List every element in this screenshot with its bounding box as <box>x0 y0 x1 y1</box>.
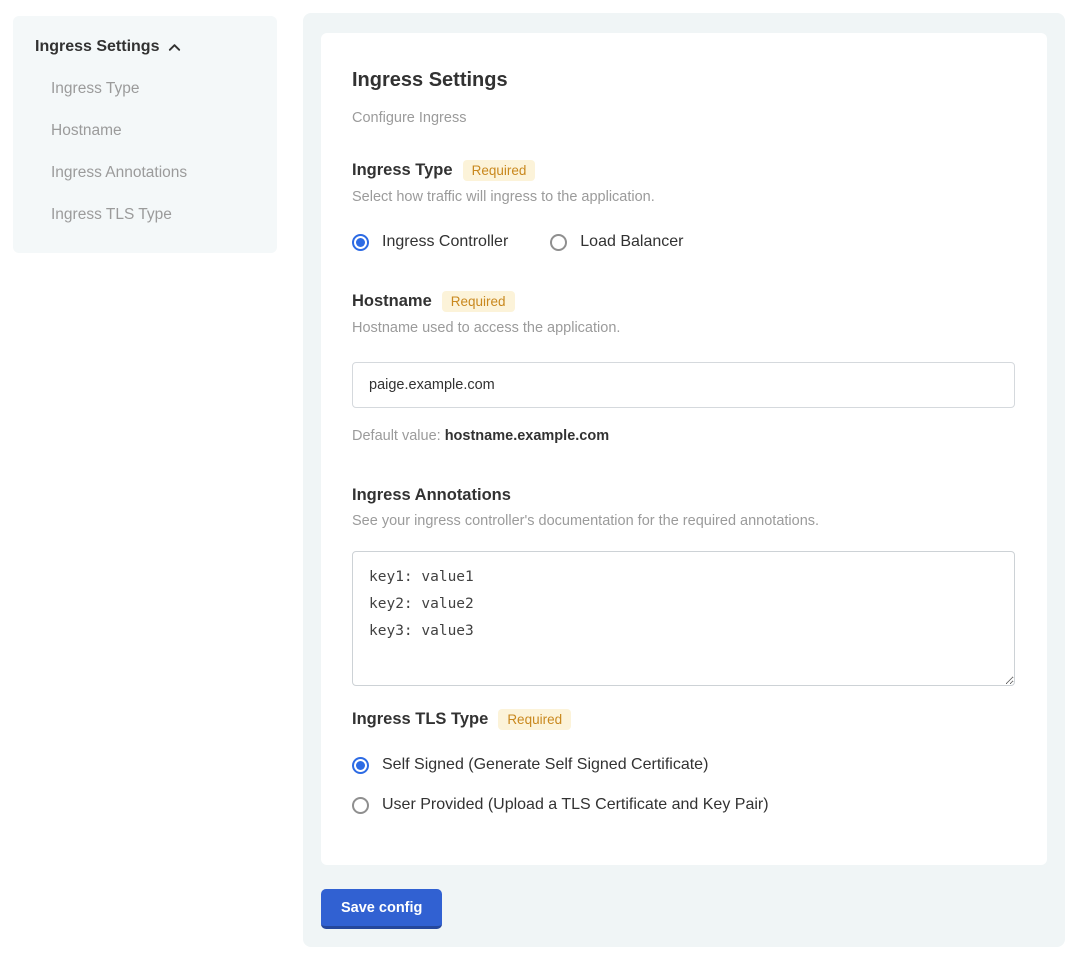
section-ingress-type: Ingress Type Required Select how traffic… <box>352 160 1015 251</box>
sidebar-item-hostname[interactable]: Hostname <box>35 120 257 141</box>
default-value-prefix: Default value: <box>352 428 441 444</box>
radio-icon[interactable] <box>352 757 369 774</box>
radio-label: User Provided (Upload a TLS Certificate … <box>382 796 769 814</box>
sidebar-item-ingress-type[interactable]: Ingress Type <box>35 78 257 99</box>
section-description: Hostname used to access the application. <box>352 320 1015 336</box>
section-hostname: Hostname Required Hostname used to acces… <box>352 291 1015 444</box>
config-sidebar: Ingress Settings Ingress Type Hostname I… <box>13 16 277 253</box>
tls-type-options: Self Signed (Generate Self Signed Certif… <box>352 756 1015 814</box>
radio-icon[interactable] <box>352 797 369 814</box>
sidebar-group-label: Ingress Settings <box>35 38 159 56</box>
required-badge: Required <box>498 709 571 730</box>
required-badge: Required <box>442 291 515 312</box>
required-badge: Required <box>463 160 536 181</box>
page-subtitle: Configure Ingress <box>352 110 1015 126</box>
section-title-ingress-tls-type: Ingress TLS Type <box>352 710 488 729</box>
ingress-type-options: Ingress Controller Load Balancer <box>352 233 1015 251</box>
sidebar-item-ingress-annotations[interactable]: Ingress Annotations <box>35 162 257 183</box>
hostname-default-line: Default value: hostname.example.com <box>352 428 1015 444</box>
config-page: Ingress Settings Ingress Type Hostname I… <box>0 0 1090 969</box>
section-ingress-annotations: Ingress Annotations See your ingress con… <box>352 486 1015 691</box>
section-title-ingress-annotations: Ingress Annotations <box>352 486 511 505</box>
sidebar-item-ingress-tls-type[interactable]: Ingress TLS Type <box>35 204 257 225</box>
radio-ingress-controller[interactable]: Ingress Controller <box>352 233 508 251</box>
config-panel: Ingress Settings Configure Ingress Ingre… <box>303 13 1065 947</box>
section-ingress-tls-type: Ingress TLS Type Required Self Signed (G… <box>352 709 1015 814</box>
radio-user-provided[interactable]: User Provided (Upload a TLS Certificate … <box>352 796 1015 814</box>
sidebar-nav: Ingress Type Hostname Ingress Annotation… <box>35 78 257 225</box>
save-config-button[interactable]: Save config <box>321 889 442 929</box>
annotations-textarea[interactable]: key1: value1 key2: value2 key3: value3 <box>352 551 1015 686</box>
radio-load-balancer[interactable]: Load Balancer <box>550 233 683 251</box>
page-title: Ingress Settings <box>352 69 1015 92</box>
radio-label: Load Balancer <box>580 233 683 251</box>
config-card: Ingress Settings Configure Ingress Ingre… <box>321 33 1047 865</box>
radio-label: Ingress Controller <box>382 233 508 251</box>
hostname-input[interactable] <box>352 362 1015 408</box>
chevron-up-icon <box>167 40 182 55</box>
section-description: Select how traffic will ingress to the a… <box>352 189 1015 205</box>
section-description: See your ingress controller's documentat… <box>352 513 1015 529</box>
radio-icon[interactable] <box>550 234 567 251</box>
radio-self-signed[interactable]: Self Signed (Generate Self Signed Certif… <box>352 756 1015 774</box>
radio-icon[interactable] <box>352 234 369 251</box>
sidebar-group-ingress-settings[interactable]: Ingress Settings <box>35 38 257 56</box>
section-title-ingress-type: Ingress Type <box>352 161 453 180</box>
radio-label: Self Signed (Generate Self Signed Certif… <box>382 756 708 774</box>
default-value: hostname.example.com <box>445 428 609 444</box>
section-title-hostname: Hostname <box>352 292 432 311</box>
